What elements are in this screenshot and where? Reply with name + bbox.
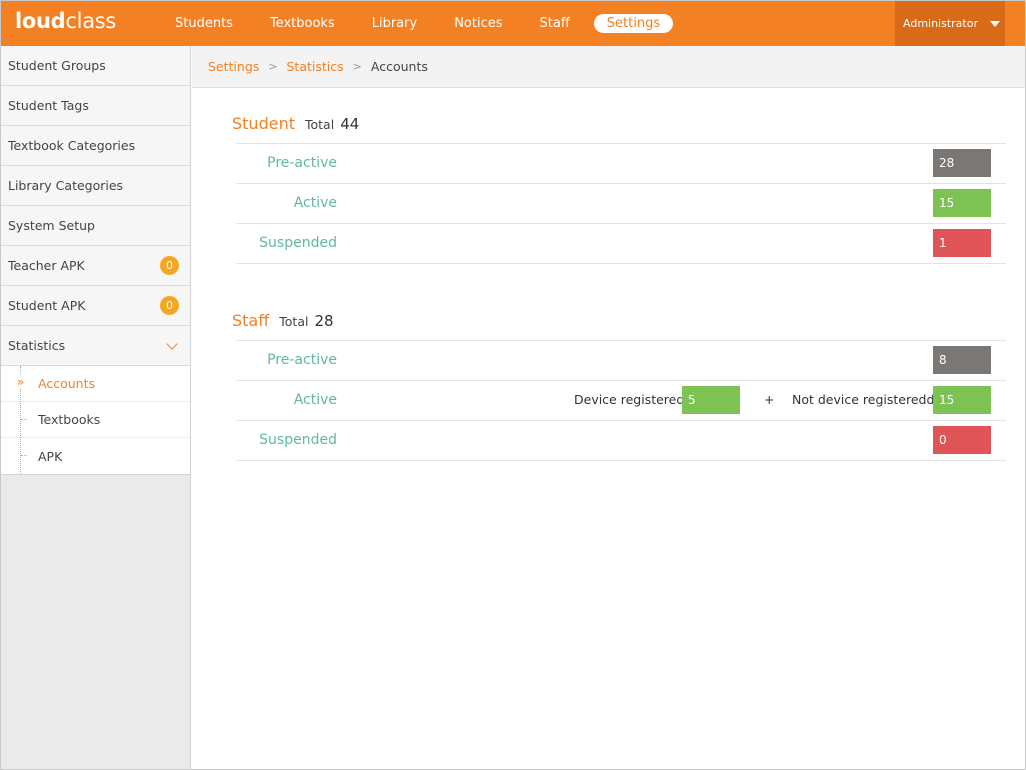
nav-textbooks[interactable]: Textbooks — [257, 13, 348, 34]
plus-sign: + — [764, 392, 775, 407]
user-name: Administrator — [903, 17, 978, 30]
statistics-submenu: » Accounts Textbooks APK — [1, 366, 190, 475]
device-registered-box: 5 — [682, 386, 740, 414]
total-value: 44 — [340, 115, 360, 133]
device-registered-label: Device registered — [574, 392, 685, 407]
row-label: Pre-active — [267, 155, 337, 171]
sidebar-item-label: Teacher APK — [8, 258, 85, 273]
sidebar-item-system-setup[interactable]: System Setup — [1, 206, 190, 246]
total-label: Total — [304, 117, 335, 132]
sidebar-item-label: Student Tags — [8, 98, 89, 113]
sidebar-item-label: Student Groups — [8, 58, 106, 73]
top-bar: loudclass Students Textbooks Library Not… — [1, 1, 1025, 46]
nav-students[interactable]: Students — [162, 13, 246, 34]
staff-row-suspended: Suspended 0 — [236, 420, 1006, 461]
breadcrumb: Settings > Statistics > Accounts — [192, 46, 1025, 88]
sidebar-item-library-categories[interactable]: Library Categories — [1, 166, 190, 206]
chevron-down-icon — [166, 338, 178, 350]
caret-down-icon — [990, 20, 1000, 27]
student-row-active: Active 15 — [236, 183, 1006, 223]
breadcrumb-statistics[interactable]: Statistics — [287, 59, 344, 74]
sidebar-item-student-tags[interactable]: Student Tags — [1, 86, 190, 126]
submenu-item-label: APK — [38, 448, 63, 464]
count-box: 28 — [933, 149, 991, 177]
count-box: 8 — [933, 346, 991, 374]
nav-settings[interactable]: Settings — [593, 14, 674, 33]
chevron-right-icon: > — [268, 60, 278, 73]
count-badge: 0 — [160, 296, 179, 315]
sidebar-item-statistics[interactable]: Statistics — [1, 326, 190, 366]
section-name: Staff — [232, 311, 270, 330]
submenu-item-label: Textbooks — [38, 412, 101, 427]
chevron-right-icon: > — [352, 60, 362, 73]
nav-staff[interactable]: Staff — [527, 13, 583, 34]
submenu-item-accounts[interactable]: » Accounts — [1, 366, 190, 402]
sidebar-item-label: Statistics — [8, 338, 66, 353]
row-label: Active — [293, 392, 337, 408]
row-label: Pre-active — [267, 352, 337, 368]
sidebar: Student Groups Student Tags Textbook Cat… — [1, 46, 191, 769]
sidebar-item-textbook-categories[interactable]: Textbook Categories — [1, 126, 190, 166]
submenu-item-textbooks[interactable]: Textbooks — [1, 402, 190, 438]
student-row-pre-active: Pre-active 28 — [236, 143, 1006, 183]
count-box: 1 — [933, 229, 991, 257]
sidebar-item-student-apk[interactable]: Student APK 0 — [1, 286, 190, 326]
staff-row-active: Active Device registered 5 + Not device … — [236, 380, 1006, 420]
double-chevron-right-icon: » — [17, 375, 25, 389]
nav-notices[interactable]: Notices — [441, 13, 515, 34]
staff-row-pre-active: Pre-active 8 — [236, 340, 1006, 380]
user-menu[interactable]: Administrator — [895, 1, 1005, 46]
section-name: Student — [232, 114, 295, 133]
count-box: 15 — [933, 386, 991, 414]
sidebar-item-student-groups[interactable]: Student Groups — [1, 46, 190, 86]
sidebar-item-label: System Setup — [8, 218, 95, 233]
student-row-suspended: Suspended 1 — [236, 223, 1006, 264]
breadcrumb-current: Accounts — [370, 59, 428, 74]
sidebar-item-label: Library Categories — [8, 178, 124, 193]
row-label: Suspended — [259, 235, 337, 251]
row-label: Active — [293, 195, 337, 211]
count-badge: 0 — [160, 256, 179, 275]
not-device-registered-label: Not device registeredd — [792, 392, 935, 407]
sidebar-item-label: Student APK — [8, 298, 86, 313]
total-label: Total — [279, 314, 309, 329]
count-box: 15 — [933, 189, 991, 217]
app-logo[interactable]: loudclass — [15, 9, 116, 33]
total-value: 28 — [314, 312, 334, 330]
submenu-item-apk[interactable]: APK — [1, 438, 190, 474]
sidebar-item-label: Textbook Categories — [8, 138, 136, 153]
sidebar-item-teacher-apk[interactable]: Teacher APK 0 — [1, 246, 190, 286]
submenu-item-label: Accounts — [38, 376, 95, 391]
staff-section-title: Staff Total 28 — [232, 311, 334, 330]
nav-library[interactable]: Library — [359, 13, 430, 34]
breadcrumb-settings[interactable]: Settings — [208, 59, 259, 74]
count-box: 0 — [933, 426, 991, 454]
student-section-title: Student Total 44 — [232, 114, 359, 133]
row-label: Suspended — [259, 432, 337, 448]
top-nav: Students Textbooks Library Notices Staff… — [162, 1, 684, 46]
